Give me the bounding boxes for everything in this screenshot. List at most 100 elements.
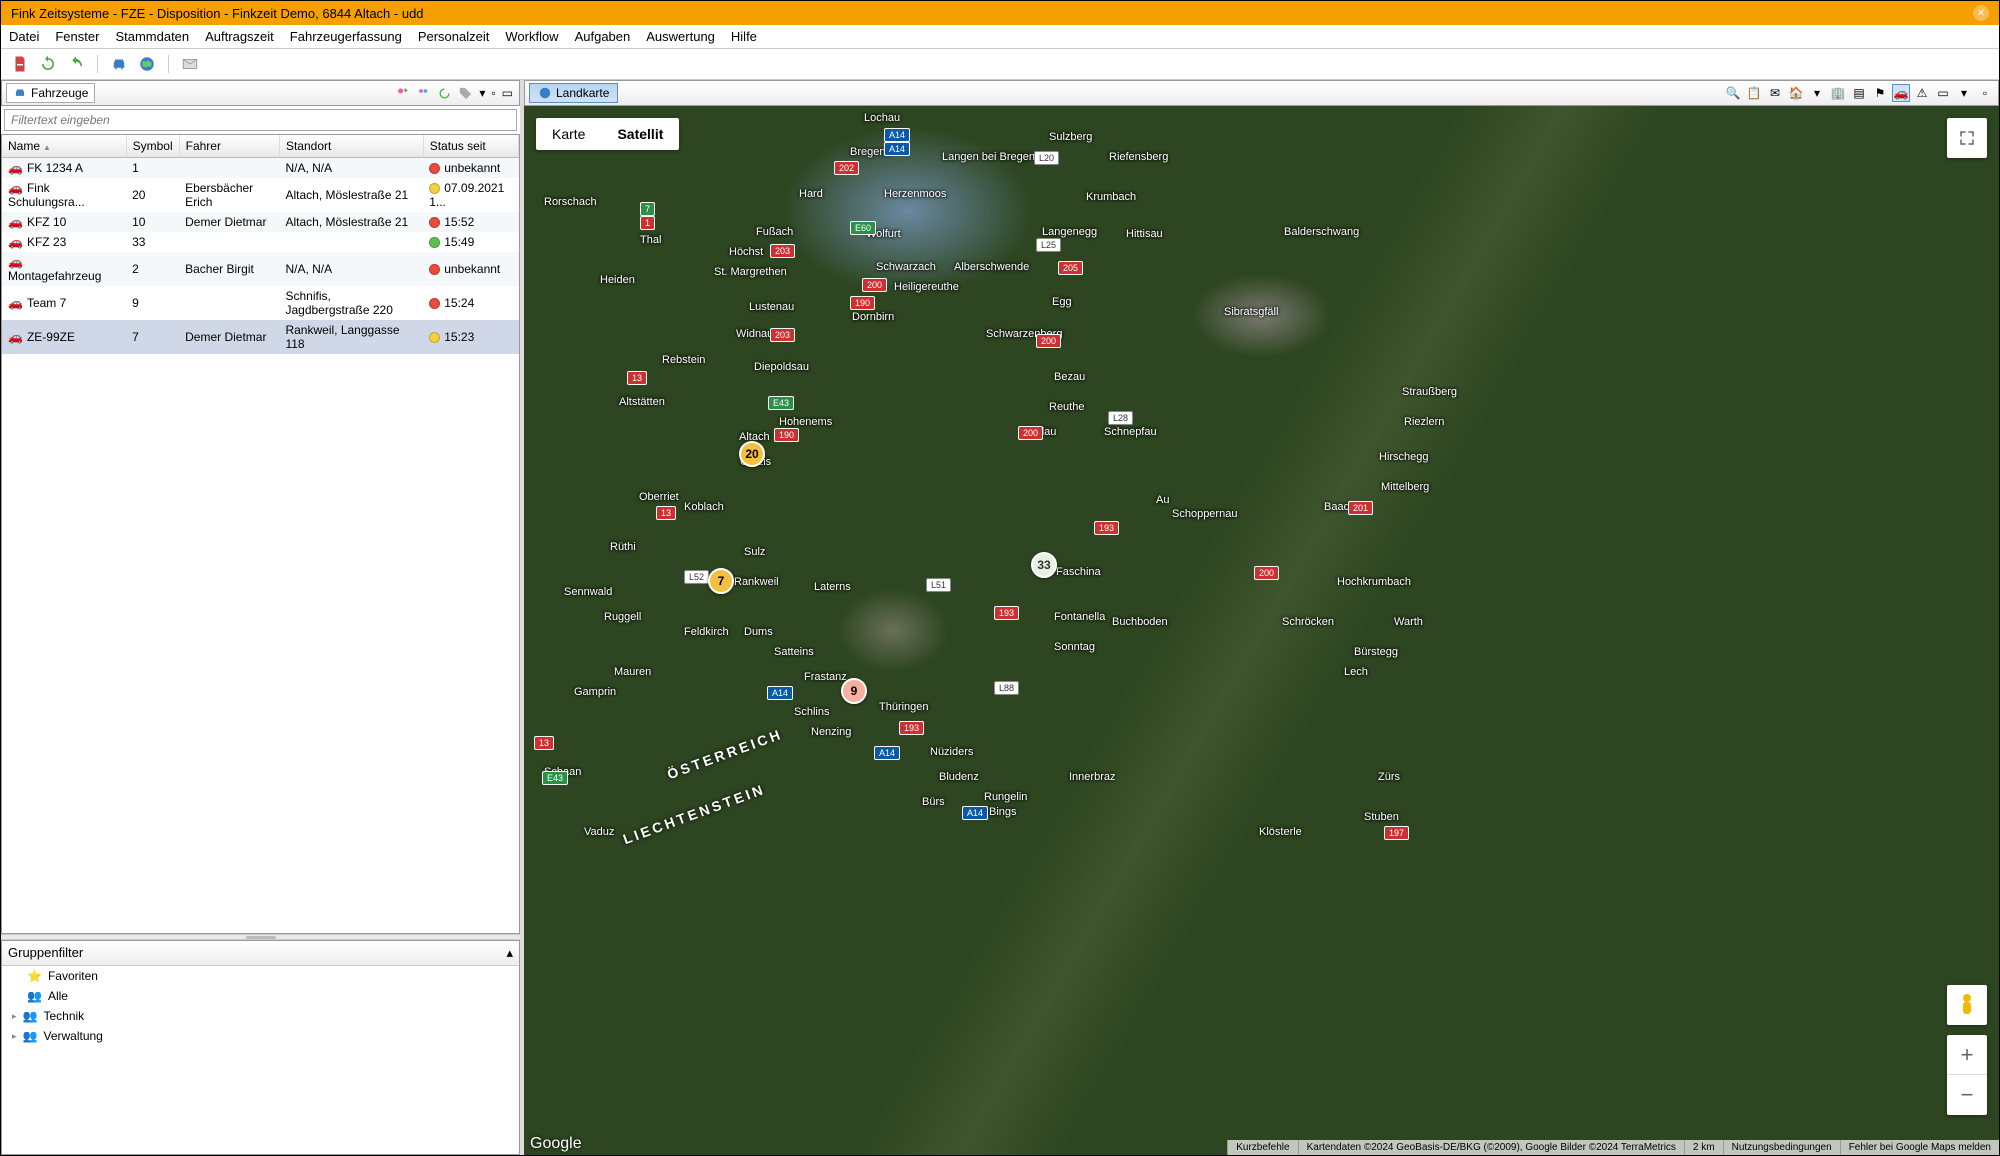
col-standort[interactable]: Standort bbox=[279, 135, 423, 158]
table-row[interactable]: 🚗Montagefahrzeug2Bacher BirgitN/A, N/Aun… bbox=[2, 252, 519, 286]
menu-personalzeit[interactable]: Personalzeit bbox=[418, 29, 490, 44]
map-label: Thüringen bbox=[879, 701, 929, 713]
close-pane-icon[interactable]: ▭ bbox=[500, 84, 515, 103]
map-label: Balderschwang bbox=[1284, 226, 1359, 238]
map-label: Höchst bbox=[729, 246, 763, 258]
star-icon: ⭐ bbox=[27, 969, 42, 983]
layers-icon[interactable]: ▤ bbox=[1850, 84, 1868, 102]
col-symbol[interactable]: Symbol bbox=[126, 135, 179, 158]
building-icon[interactable]: 🏢 bbox=[1829, 84, 1847, 102]
warning-icon[interactable]: ⚠ bbox=[1913, 84, 1931, 102]
minimize-icon[interactable]: ▾ bbox=[477, 84, 487, 103]
group-icon[interactable] bbox=[414, 84, 433, 103]
menu-aufgaben[interactable]: Aufgaben bbox=[575, 29, 631, 44]
map-marker-7[interactable]: 7 bbox=[708, 568, 734, 594]
streetview-button[interactable] bbox=[1947, 985, 1987, 1025]
refresh-icon[interactable] bbox=[37, 53, 59, 75]
map-label: Mauren bbox=[614, 666, 651, 678]
map-footer-item[interactable]: Nutzungsbedingungen bbox=[1723, 1140, 1840, 1155]
map-marker-33[interactable]: 33 bbox=[1031, 552, 1057, 578]
menu-stammdaten[interactable]: Stammdaten bbox=[115, 29, 189, 44]
map-canvas[interactable]: Karte Satellit LochauSulzbergBregenzLang… bbox=[524, 106, 1999, 1155]
map-label: Oberriet bbox=[639, 491, 679, 503]
menu-workflow[interactable]: Workflow bbox=[505, 29, 558, 44]
map-marker-20[interactable]: 20 bbox=[739, 441, 765, 467]
car-icon[interactable] bbox=[108, 53, 130, 75]
col-fahrer[interactable]: Fahrer bbox=[179, 135, 279, 158]
map-footer-item[interactable]: Kurzbefehle bbox=[1227, 1140, 1297, 1155]
status-dot bbox=[429, 298, 440, 309]
status-dot bbox=[429, 217, 440, 228]
flag-icon[interactable]: ⚑ bbox=[1871, 84, 1889, 102]
horizontal-splitter[interactable] bbox=[1, 934, 520, 940]
list-icon[interactable]: ▭ bbox=[1934, 84, 1952, 102]
undo-icon[interactable] bbox=[65, 53, 87, 75]
group-item-favoriten[interactable]: ⭐Favoriten bbox=[2, 966, 519, 986]
menu-fenster[interactable]: Fenster bbox=[55, 29, 99, 44]
menu-auftragszeit[interactable]: Auftragszeit bbox=[205, 29, 274, 44]
group-filter-title: Gruppenfilter bbox=[8, 945, 83, 961]
globe-icon[interactable] bbox=[136, 53, 158, 75]
menu-fahrzeugerfassung[interactable]: Fahrzeugerfassung bbox=[290, 29, 402, 44]
map-tab[interactable]: Landkarte bbox=[529, 83, 618, 103]
map-footer-item[interactable]: 2 km bbox=[1684, 1140, 1723, 1155]
zoom-out-button[interactable]: − bbox=[1947, 1075, 1987, 1115]
search-icon[interactable]: 🔍 bbox=[1724, 84, 1742, 102]
dropdown-icon[interactable]: ▾ bbox=[1808, 84, 1826, 102]
map-label: Au bbox=[1156, 494, 1169, 506]
map-tab-label: Landkarte bbox=[556, 86, 609, 100]
clipboard-icon[interactable]: 📋 bbox=[1745, 84, 1763, 102]
map-footer-item[interactable]: Fehler bei Google Maps melden bbox=[1840, 1140, 1999, 1155]
car-icon: 🚗 bbox=[8, 181, 23, 195]
map-label: Faschina bbox=[1056, 566, 1101, 578]
group-item-verwaltung[interactable]: ▸👥Verwaltung bbox=[2, 1026, 519, 1046]
mail-small-icon[interactable]: ✉ bbox=[1766, 84, 1784, 102]
table-row[interactable]: 🚗Team 79Schnifis, Jagdbergstraße 22015:2… bbox=[2, 286, 519, 320]
menu-auswertung[interactable]: Auswertung bbox=[646, 29, 715, 44]
car-filter-icon[interactable]: 🚗 bbox=[1892, 84, 1910, 102]
fullscreen-button[interactable] bbox=[1947, 118, 1987, 158]
col-status-seit[interactable]: Status seit bbox=[423, 135, 518, 158]
fullscreen-icon bbox=[1958, 129, 1976, 147]
maximize-icon[interactable]: ▫ bbox=[489, 84, 497, 103]
tag-icon[interactable] bbox=[456, 84, 475, 103]
table-row[interactable]: 🚗Fink Schulungsra...20Ebersbächer ErichA… bbox=[2, 178, 519, 212]
restore-icon[interactable]: ▫ bbox=[1976, 84, 1994, 102]
map-label: Bezau bbox=[1054, 371, 1085, 383]
map-label: Hirschegg bbox=[1379, 451, 1429, 463]
menu-datei[interactable]: Datei bbox=[9, 29, 39, 44]
map-type-satellit[interactable]: Satellit bbox=[601, 118, 679, 150]
person-add-icon[interactable] bbox=[393, 84, 412, 103]
export-pdf-icon[interactable] bbox=[9, 53, 31, 75]
table-row[interactable]: 🚗KFZ 233315:49 bbox=[2, 232, 519, 252]
map-label: Rankweil bbox=[734, 576, 779, 588]
map-marker-9[interactable]: 9 bbox=[841, 678, 867, 704]
group-item-alle[interactable]: 👥Alle bbox=[2, 986, 519, 1006]
home-icon[interactable]: 🏠 bbox=[1787, 84, 1805, 102]
road-badge: 193 bbox=[1094, 521, 1119, 535]
map-footer-item[interactable]: Kartendaten ©2024 GeoBasis-DE/BKG (©2009… bbox=[1298, 1140, 1684, 1155]
group-item-technik[interactable]: ▸👥Technik bbox=[2, 1006, 519, 1026]
map-label: Baad bbox=[1324, 501, 1350, 513]
road-badge: 190 bbox=[774, 428, 799, 442]
map-type-karte[interactable]: Karte bbox=[536, 118, 601, 150]
col-name[interactable]: Name▲ bbox=[2, 135, 126, 158]
vehicles-tab[interactable]: Fahrzeuge bbox=[6, 83, 95, 103]
table-row[interactable]: 🚗ZE-99ZE7Demer DietmarRankweil, Langgass… bbox=[2, 320, 519, 354]
map-label: Bludenz bbox=[939, 771, 979, 783]
mail-icon[interactable] bbox=[179, 53, 201, 75]
collapse-icon[interactable]: ▴ bbox=[506, 945, 513, 961]
group-filter-header[interactable]: Gruppenfilter ▴ bbox=[2, 941, 519, 966]
road-badge: 205 bbox=[1058, 261, 1083, 275]
road-badge: E43 bbox=[768, 396, 794, 410]
zoom-in-button[interactable]: + bbox=[1947, 1035, 1987, 1075]
map-label: Innerbraz bbox=[1069, 771, 1115, 783]
road-badge: L51 bbox=[926, 578, 951, 592]
table-row[interactable]: 🚗FK 1234 A1N/A, N/Aunbekannt bbox=[2, 158, 519, 179]
close-icon[interactable]: ✕ bbox=[1973, 5, 1989, 21]
filter-input[interactable] bbox=[4, 109, 517, 131]
table-row[interactable]: 🚗KFZ 1010Demer DietmarAltach, Möslestraß… bbox=[2, 212, 519, 232]
minimize2-icon[interactable]: ▾ bbox=[1955, 84, 1973, 102]
refresh-small-icon[interactable] bbox=[435, 84, 454, 103]
menu-hilfe[interactable]: Hilfe bbox=[731, 29, 757, 44]
